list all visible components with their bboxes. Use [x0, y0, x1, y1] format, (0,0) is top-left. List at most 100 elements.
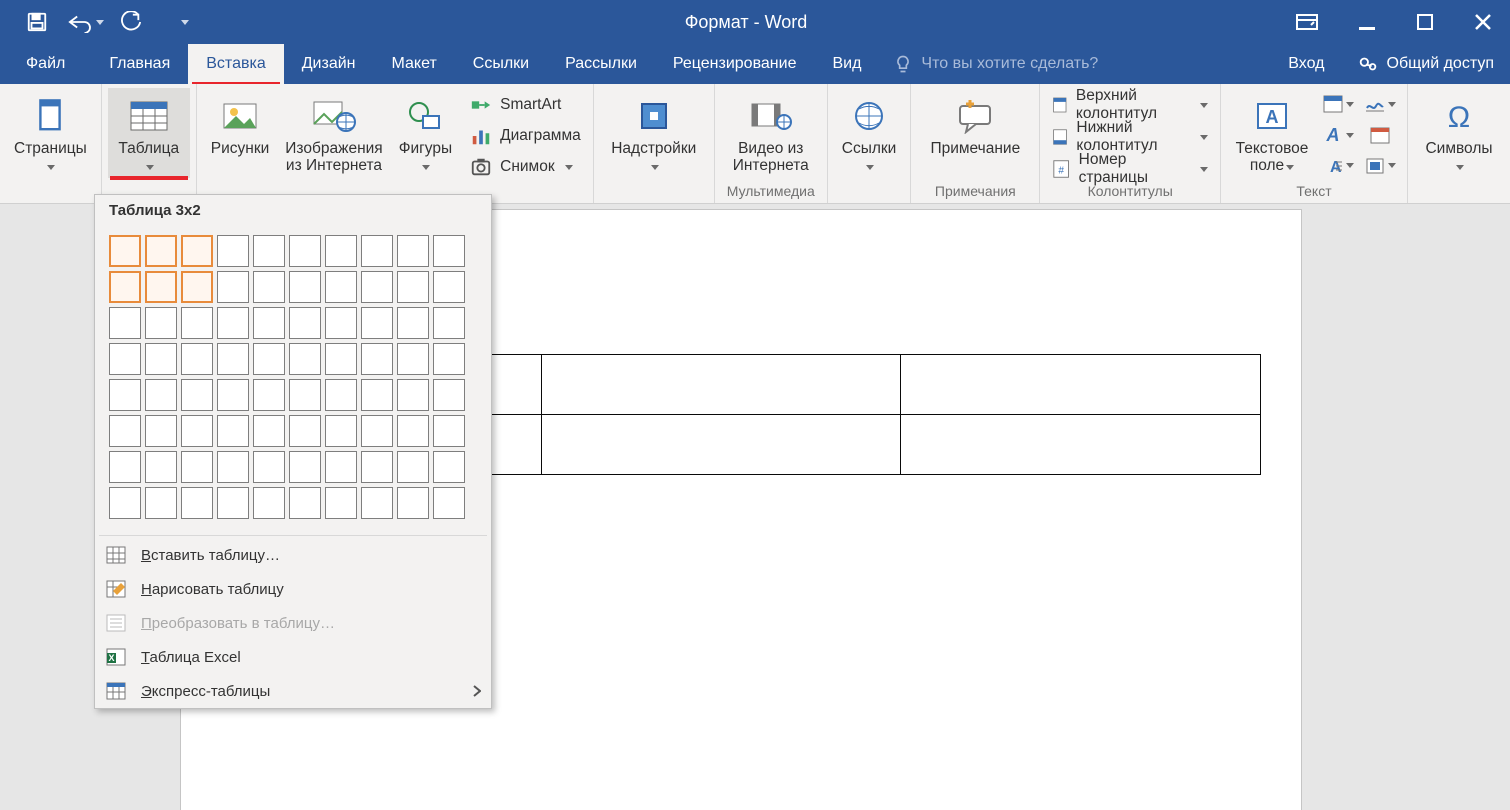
- grid-cell[interactable]: [253, 271, 285, 303]
- grid-cell[interactable]: [145, 235, 177, 267]
- tab-design[interactable]: Дизайн: [284, 44, 374, 84]
- grid-cell[interactable]: [325, 379, 357, 411]
- object-button[interactable]: [1363, 153, 1397, 178]
- grid-cell[interactable]: [253, 307, 285, 339]
- grid-cell[interactable]: [397, 307, 429, 339]
- grid-cell[interactable]: [361, 451, 393, 483]
- grid-cell[interactable]: [289, 415, 321, 447]
- grid-cell[interactable]: [145, 487, 177, 519]
- grid-cell[interactable]: [361, 271, 393, 303]
- grid-cell[interactable]: [109, 451, 141, 483]
- pages-button[interactable]: Страницы: [6, 88, 95, 178]
- quick-tables-item[interactable]: Экспресс-таблицы: [95, 674, 491, 708]
- grid-cell[interactable]: [145, 379, 177, 411]
- smartart-button[interactable]: SmartArt: [464, 90, 587, 119]
- online-pictures-button[interactable]: Изображения из Интернета: [277, 88, 390, 178]
- grid-cell[interactable]: [289, 235, 321, 267]
- grid-cell[interactable]: [253, 343, 285, 375]
- grid-cell[interactable]: [397, 343, 429, 375]
- grid-cell[interactable]: [181, 379, 213, 411]
- grid-cell[interactable]: [109, 307, 141, 339]
- tab-references[interactable]: Ссылки: [455, 44, 547, 84]
- shapes-button[interactable]: Фигуры: [391, 88, 460, 178]
- minimize-icon[interactable]: [1358, 13, 1376, 31]
- grid-cell[interactable]: [325, 307, 357, 339]
- table-size-grid[interactable]: [95, 225, 491, 533]
- maximize-icon[interactable]: [1416, 13, 1434, 31]
- grid-cell[interactable]: [397, 379, 429, 411]
- grid-cell[interactable]: [325, 343, 357, 375]
- grid-cell[interactable]: [109, 343, 141, 375]
- footer-button[interactable]: Нижний колонтитул: [1046, 122, 1214, 152]
- grid-cell[interactable]: [217, 235, 249, 267]
- grid-cell[interactable]: [361, 487, 393, 519]
- insert-table-item[interactable]: Вставить таблицу…: [95, 538, 491, 572]
- grid-cell[interactable]: [181, 271, 213, 303]
- grid-cell[interactable]: [397, 451, 429, 483]
- grid-cell[interactable]: [109, 271, 141, 303]
- grid-cell[interactable]: [109, 235, 141, 267]
- comment-button[interactable]: Примечание: [917, 88, 1033, 178]
- grid-cell[interactable]: [433, 415, 465, 447]
- grid-cell[interactable]: [397, 271, 429, 303]
- grid-cell[interactable]: [181, 235, 213, 267]
- grid-cell[interactable]: [253, 487, 285, 519]
- grid-cell[interactable]: [433, 307, 465, 339]
- grid-cell[interactable]: [217, 487, 249, 519]
- grid-cell[interactable]: [361, 307, 393, 339]
- grid-cell[interactable]: [289, 451, 321, 483]
- grid-cell[interactable]: [289, 379, 321, 411]
- links-button[interactable]: Ссылки: [834, 88, 905, 178]
- addins-button[interactable]: Надстройки: [600, 88, 708, 178]
- quick-parts-button[interactable]: [1321, 92, 1355, 117]
- grid-cell[interactable]: [217, 379, 249, 411]
- grid-cell[interactable]: [397, 235, 429, 267]
- chart-button[interactable]: Диаграмма: [464, 121, 587, 150]
- grid-cell[interactable]: [433, 487, 465, 519]
- grid-cell[interactable]: [145, 343, 177, 375]
- grid-cell[interactable]: [217, 271, 249, 303]
- grid-cell[interactable]: [253, 379, 285, 411]
- ribbon-display-icon[interactable]: [1296, 14, 1318, 30]
- grid-cell[interactable]: [109, 487, 141, 519]
- table-button[interactable]: Таблица: [108, 88, 190, 178]
- sign-in-button[interactable]: Вход: [1272, 44, 1340, 84]
- grid-cell[interactable]: [181, 487, 213, 519]
- grid-cell[interactable]: [253, 235, 285, 267]
- grid-cell[interactable]: [325, 271, 357, 303]
- grid-cell[interactable]: [181, 415, 213, 447]
- header-button[interactable]: Верхний колонтитул: [1046, 90, 1214, 120]
- customize-qat-icon[interactable]: [172, 0, 196, 44]
- grid-cell[interactable]: [433, 343, 465, 375]
- tab-mailings[interactable]: Рассылки: [547, 44, 655, 84]
- grid-cell[interactable]: [217, 415, 249, 447]
- tell-me[interactable]: Что вы хотите сделать?: [879, 44, 1098, 84]
- grid-cell[interactable]: [361, 235, 393, 267]
- grid-cell[interactable]: [181, 307, 213, 339]
- close-icon[interactable]: [1474, 13, 1492, 31]
- signature-line-button[interactable]: [1363, 92, 1397, 117]
- grid-cell[interactable]: [361, 415, 393, 447]
- wordart-button[interactable]: A: [1321, 123, 1355, 148]
- grid-cell[interactable]: [181, 451, 213, 483]
- grid-cell[interactable]: [217, 451, 249, 483]
- text-box-button[interactable]: A Текстовое поле: [1227, 88, 1317, 178]
- tab-insert[interactable]: Вставка: [188, 44, 283, 84]
- drop-cap-button[interactable]: A: [1321, 153, 1355, 178]
- pictures-button[interactable]: Рисунки: [203, 88, 278, 178]
- grid-cell[interactable]: [145, 271, 177, 303]
- grid-cell[interactable]: [433, 379, 465, 411]
- online-video-button[interactable]: Видео из Интернета: [721, 88, 821, 178]
- grid-cell[interactable]: [289, 487, 321, 519]
- grid-cell[interactable]: [109, 379, 141, 411]
- redo-icon[interactable]: [112, 0, 150, 44]
- date-time-button[interactable]: [1363, 123, 1397, 148]
- symbols-button[interactable]: Ω Символы: [1414, 88, 1504, 178]
- grid-cell[interactable]: [397, 487, 429, 519]
- grid-cell[interactable]: [289, 307, 321, 339]
- grid-cell[interactable]: [109, 415, 141, 447]
- grid-cell[interactable]: [217, 343, 249, 375]
- screenshot-button[interactable]: Снимок: [464, 153, 587, 182]
- excel-table-item[interactable]: X Таблица Excel: [95, 640, 491, 674]
- grid-cell[interactable]: [433, 271, 465, 303]
